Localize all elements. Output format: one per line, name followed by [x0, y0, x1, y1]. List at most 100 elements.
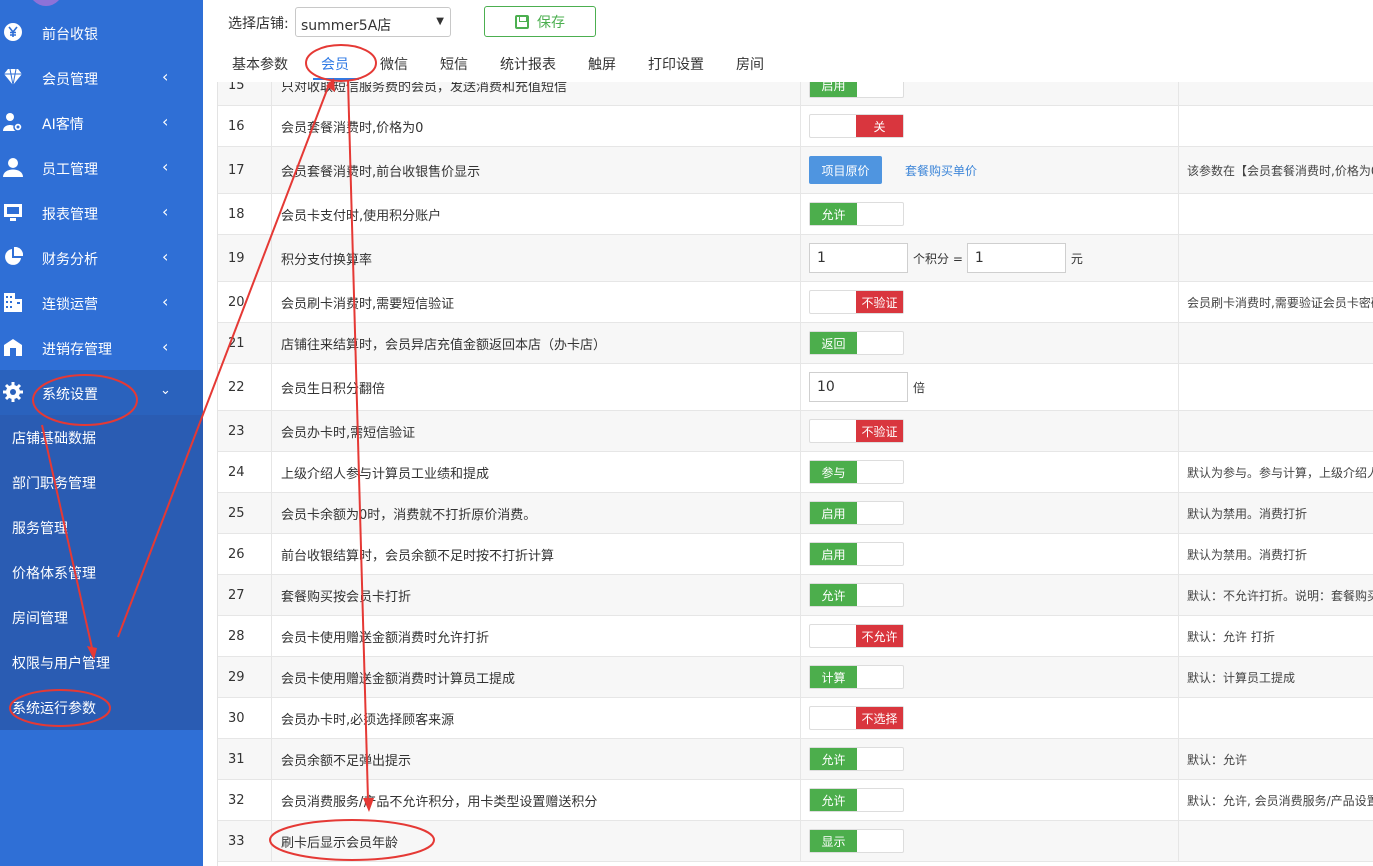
yuan-input[interactable]: 1 — [966, 243, 1066, 273]
table-row: 24 上级介绍人参与计算员工业绩和提成 参与 默认为参与。参与计算，上级介绍人 — [218, 452, 1373, 493]
submenu-item-rooms[interactable]: 房间管理 — [12, 595, 68, 640]
submenu-item-store-data[interactable]: 店铺基础数据 — [12, 415, 96, 460]
param-note — [1179, 821, 1373, 861]
tab-room[interactable]: 房间 — [736, 54, 764, 74]
switch-toggle[interactable]: 关 — [809, 114, 904, 138]
switch-toggle[interactable]: 启用 — [809, 542, 904, 566]
param-name: 会员套餐消费时,价格为0 — [272, 106, 801, 146]
warehouse-icon — [3, 337, 23, 357]
switch-toggle[interactable]: 参与 — [809, 460, 904, 484]
row-number: 18 — [218, 194, 272, 234]
row-number: 24 — [218, 452, 272, 492]
param-value: 允许 — [801, 780, 1179, 820]
param-value: 启用 — [801, 493, 1179, 533]
row-number: 21 — [218, 323, 272, 363]
sidebar-item-inventory[interactable]: 进销存管理 ‹ — [0, 325, 203, 370]
switch-toggle[interactable]: 返回 — [809, 331, 904, 355]
submenu-item-departments[interactable]: 部门职务管理 — [12, 460, 96, 505]
floppy-icon — [515, 14, 529, 29]
tab-print[interactable]: 打印设置 — [648, 54, 704, 74]
switch-toggle[interactable]: 允许 — [809, 583, 904, 607]
param-value: 不选择 — [801, 698, 1179, 738]
tab-touch[interactable]: 触屏 — [588, 54, 616, 74]
user-icon — [3, 157, 23, 177]
tab-stats[interactable]: 统计报表 — [500, 54, 556, 74]
monitor-icon — [3, 202, 23, 222]
save-button[interactable]: 保存 — [484, 6, 596, 37]
store-select[interactable]: summer5A店 ▼ — [295, 7, 451, 37]
params-table: 15 只对收取短信服务费的会员，发送消费和充值短信 启用 16 会员套餐消费时,价格为0… — [217, 66, 1373, 866]
points-input[interactable]: 1 — [809, 243, 908, 273]
table-row: 33 刷卡后显示会员年龄 显示 — [218, 821, 1373, 862]
toggle-on-label: 显示 — [810, 830, 857, 852]
building-icon — [3, 292, 23, 312]
switch-toggle[interactable]: 计算 — [809, 665, 904, 689]
param-value: 1 个积分 = 1 元 — [801, 235, 1179, 281]
submenu-item-pricing[interactable]: 价格体系管理 — [12, 550, 96, 595]
switch-toggle[interactable]: 允许 — [809, 202, 904, 226]
submenu-item-label: 系统运行参数 — [12, 700, 96, 717]
tab-wechat[interactable]: 微信 — [380, 54, 408, 74]
submenu-item-permissions[interactable]: 权限与用户管理 — [12, 640, 110, 685]
multiplier-input[interactable]: 10 — [809, 372, 908, 402]
param-value: 返回 — [801, 323, 1179, 363]
param-name: 会员卡使用赠送金额消费时允许打折 — [272, 616, 801, 656]
unit-label: 元 — [1070, 251, 1083, 266]
switch-toggle[interactable]: 允许 — [809, 747, 904, 771]
param-name: 积分支付换算率 — [272, 235, 801, 281]
avatar[interactable] — [29, 0, 63, 6]
param-note — [1179, 323, 1373, 363]
tab-bar: 基本参数 会员 微信 短信 统计报表 触屏 打印设置 房间 — [203, 44, 1373, 82]
tab-sms[interactable]: 短信 — [440, 54, 468, 74]
table-row: 26 前台收银结算时，会员余额不足时按不打折计算 启用 默认为禁用。消费打折 — [218, 534, 1373, 575]
unit-label: 倍 — [913, 380, 926, 395]
sidebar: 前台收银 会员管理 ‹ AI客情 ‹ 员工管理 ‹ 报表管理 ‹ 财务分析 ‹ — [0, 0, 203, 866]
table-row: 28 会员卡使用赠送金额消费时允许打折 不允许 默认：允许 打折 — [218, 616, 1373, 657]
param-note: 默认为参与。参与计算，上级介绍人 — [1187, 465, 1373, 480]
submenu-item-services[interactable]: 服务管理 — [12, 505, 68, 550]
switch-toggle[interactable]: 启用 — [809, 501, 904, 525]
sidebar-item-staff[interactable]: 员工管理 ‹ — [0, 145, 203, 190]
sidebar-item-ai[interactable]: AI客情 ‹ — [0, 100, 203, 145]
sidebar-item-members[interactable]: 会员管理 ‹ — [0, 55, 203, 100]
sidebar-item-label: AI客情 — [42, 117, 84, 133]
switch-toggle[interactable]: 不选择 — [809, 706, 904, 730]
segment-option-primary[interactable]: 项目原价 — [809, 156, 882, 184]
diamond-icon — [3, 67, 23, 87]
param-name: 会员卡使用赠送金额消费时计算员工提成 — [272, 657, 801, 697]
table-row: 29 会员卡使用赠送金额消费时计算员工提成 计算 默认：计算员工提成 — [218, 657, 1373, 698]
tab-basic[interactable]: 基本参数 — [232, 54, 288, 74]
sidebar-item-settings[interactable]: 系统设置 ⌄ — [0, 370, 203, 415]
row-number: 26 — [218, 534, 272, 574]
sidebar-item-reports[interactable]: 报表管理 ‹ — [0, 190, 203, 235]
param-value: 允许 — [801, 575, 1179, 615]
switch-toggle[interactable]: 允许 — [809, 788, 904, 812]
switch-toggle[interactable]: 不允许 — [809, 624, 904, 648]
tab-member[interactable]: 会员 — [321, 54, 349, 74]
toggle-on-label: 启用 — [810, 502, 857, 524]
yen-icon — [3, 22, 23, 42]
toggle-on-label: 参与 — [810, 461, 857, 483]
param-name: 刷卡后显示会员年龄 — [272, 821, 801, 861]
sidebar-item-chain[interactable]: 连锁运营 ‹ — [0, 280, 203, 325]
param-name: 会员生日积分翻倍 — [272, 364, 801, 410]
param-note: 默认：允许, 会员消费服务/产品设置 — [1187, 793, 1373, 808]
switch-toggle[interactable]: 不验证 — [809, 419, 904, 443]
param-name: 上级介绍人参与计算员工业绩和提成 — [272, 452, 801, 492]
table-row: 17 会员套餐消费时,前台收银售价显示 项目原价 套餐购买单价 该参数在【会员套餐消费时… — [218, 147, 1373, 194]
submenu-item-system-params[interactable]: 系统运行参数 — [12, 685, 96, 730]
row-number: 31 — [218, 739, 272, 779]
table-row: 19 积分支付换算率 1 个积分 = 1 元 — [218, 235, 1373, 282]
param-name: 会员卡支付时,使用积分账户 — [272, 194, 801, 234]
sidebar-item-cashier[interactable]: 前台收银 — [0, 10, 203, 55]
param-note: 默认：允许 — [1187, 752, 1248, 767]
row-number: 28 — [218, 616, 272, 656]
switch-toggle[interactable]: 不验证 — [809, 290, 904, 314]
param-value: 10 倍 — [801, 364, 1179, 410]
sidebar-item-finance[interactable]: 财务分析 ‹ — [0, 235, 203, 280]
sidebar-item-label: 会员管理 — [42, 72, 98, 88]
switch-toggle[interactable]: 显示 — [809, 829, 904, 853]
sidebar-item-label: 财务分析 — [42, 252, 98, 268]
chevron-left-icon: ‹ — [162, 247, 169, 266]
segment-option-secondary[interactable]: 套餐购买单价 — [905, 162, 977, 179]
